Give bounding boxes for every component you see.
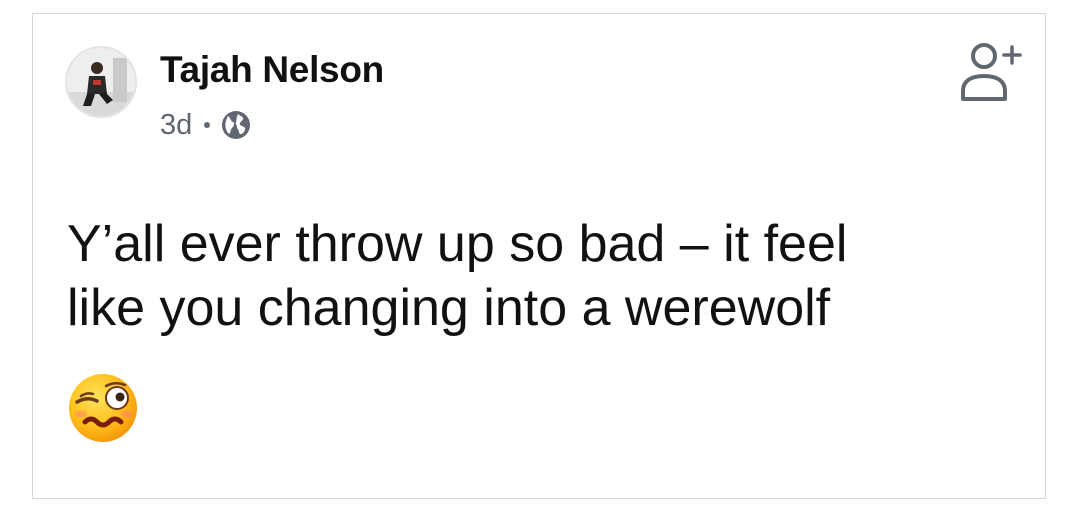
globe-icon[interactable] (221, 110, 251, 140)
post-text: Y’all ever throw up so bad – it feel lik… (67, 215, 848, 337)
post-card: Tajah Nelson 3d Y’all ever throw up so b… (32, 13, 1046, 499)
add-friend-button[interactable] (959, 41, 1025, 103)
author-name[interactable]: Tajah Nelson (160, 48, 384, 92)
profile-photo (67, 48, 135, 116)
add-friend-icon (961, 43, 1022, 101)
woozy-face-icon (67, 372, 139, 444)
post-meta: 3d (160, 108, 251, 142)
post-time[interactable]: 3d (160, 109, 192, 142)
meta-separator-dot (204, 122, 211, 128)
author-avatar[interactable] (65, 46, 137, 118)
